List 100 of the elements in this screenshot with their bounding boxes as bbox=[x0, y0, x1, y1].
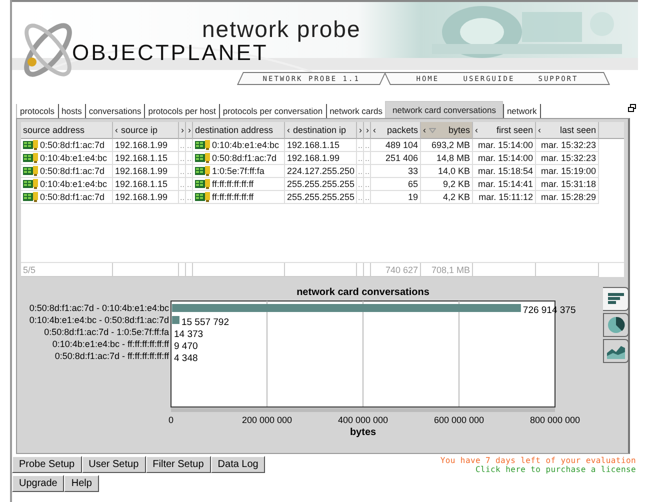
bar bbox=[172, 316, 180, 324]
table-cell: 65 bbox=[371, 178, 421, 191]
sort-icon bbox=[428, 128, 436, 133]
toolbar-button[interactable]: Data Log bbox=[210, 456, 266, 473]
tab[interactable]: protocols bbox=[16, 104, 58, 118]
column-header[interactable]: ‹ destination ip bbox=[285, 122, 357, 139]
network-card-icon bbox=[195, 166, 210, 176]
table-cell: mar. 15:11:12 bbox=[473, 191, 536, 204]
area-chart-icon bbox=[607, 343, 625, 359]
table-cell: .. bbox=[186, 152, 193, 165]
toolbar-button[interactable]: Probe Setup bbox=[12, 456, 82, 473]
table-cell: 0:50:8d:f1:ac:7d bbox=[21, 139, 113, 152]
chart-type-button[interactable] bbox=[603, 287, 629, 311]
table-cell: 255.255.255.255 bbox=[285, 191, 357, 204]
tick-label: 400 000 000 bbox=[338, 415, 388, 425]
table-cell: mar. 15:32:23 bbox=[536, 139, 599, 152]
table-cell: mar. 15:31:18 bbox=[536, 178, 599, 191]
toolbar-button[interactable]: Filter Setup bbox=[146, 456, 211, 473]
value-label: 4 348 bbox=[174, 353, 198, 364]
column-header[interactable]: › bbox=[364, 122, 371, 139]
table-cell: .. bbox=[357, 139, 364, 152]
column-header[interactable]: › bbox=[357, 122, 364, 139]
table-cell: .. bbox=[179, 165, 186, 178]
table-cell: mar. 15:14:00 bbox=[473, 139, 536, 152]
tab[interactable]: hosts bbox=[58, 104, 85, 118]
table-cell: .. bbox=[179, 178, 186, 191]
table-cell: 9,2 KB bbox=[421, 178, 473, 191]
network-card-icon bbox=[195, 192, 210, 202]
tab[interactable]: network bbox=[502, 104, 541, 118]
tab[interactable]: protocols per host bbox=[144, 104, 219, 118]
chart-type-button[interactable] bbox=[603, 313, 629, 337]
purchase-link[interactable]: Click here to purchase a license bbox=[440, 465, 636, 474]
chart-type-button[interactable] bbox=[603, 339, 629, 363]
empty-cell bbox=[536, 263, 599, 277]
table-cell: 192.168.1.99 bbox=[113, 139, 179, 152]
column-header[interactable]: ‹ last seen bbox=[536, 122, 599, 139]
product-name: network probe bbox=[202, 16, 361, 43]
table-cell: mar. 15:14:41 bbox=[473, 178, 536, 191]
table-cell: 192.168.1.15 bbox=[113, 152, 179, 165]
toolbar-button[interactable]: User Setup bbox=[82, 456, 146, 473]
network-card-icon bbox=[23, 166, 38, 176]
pie-chart-icon bbox=[607, 316, 625, 334]
column-header[interactable]: destination address bbox=[193, 122, 285, 139]
column-header[interactable]: ‹ first seen bbox=[473, 122, 536, 139]
tick-label: 0 bbox=[168, 415, 174, 425]
table-cell: 1:0:5e:7f:ff:fa bbox=[193, 165, 285, 178]
table-cell: 192.168.1.99 bbox=[113, 165, 179, 178]
table-cell: 192.168.1.99 bbox=[285, 152, 357, 165]
axis-title: bytes bbox=[350, 427, 376, 438]
table-cell: .. bbox=[179, 139, 186, 152]
table-cell: 0:50:8d:f1:ac:7d bbox=[193, 152, 285, 165]
column-header[interactable]: ‹ source ip bbox=[113, 122, 179, 139]
table-cell: .. bbox=[179, 191, 186, 204]
table-cell: 255.255.255.255 bbox=[285, 178, 357, 191]
total-cell: 708,1 MB bbox=[421, 263, 473, 277]
table-cell: .. bbox=[364, 165, 371, 178]
table-cell: ff:ff:ff:ff:ff:ff bbox=[193, 191, 285, 204]
table-cell: .. bbox=[186, 191, 193, 204]
table-cell: 192.168.1.99 bbox=[113, 191, 179, 204]
table-cell: .. bbox=[186, 139, 193, 152]
column-header[interactable]: ‹ packets bbox=[371, 122, 421, 139]
category-label: 0:10:4b:e1:e4:bc - 0:50:8d:f1:ac:7d bbox=[29, 315, 169, 325]
table-cell: 251 406 bbox=[371, 152, 421, 165]
column-header[interactable]: ‹ bytes bbox=[421, 122, 473, 139]
table-cell: mar. 15:14:00 bbox=[473, 152, 536, 165]
column-header[interactable]: › bbox=[186, 122, 193, 139]
network-card-icon bbox=[23, 153, 38, 163]
tick-label: 200 000 000 bbox=[242, 415, 292, 425]
table-cell: mar. 15:28:29 bbox=[536, 191, 599, 204]
category-label: 0:50:8d:f1:ac:7d - ff:ff:ff:ff:ff:ff bbox=[54, 351, 169, 361]
empty-cell bbox=[113, 263, 179, 277]
table-cell: 0:50:8d:f1:ac:7d bbox=[21, 165, 113, 178]
table-cell: 14,8 MB bbox=[421, 152, 473, 165]
table-cell: mar. 15:32:23 bbox=[536, 152, 599, 165]
table-cell: 224.127.255.250 bbox=[285, 165, 357, 178]
table-cell: .. bbox=[186, 178, 193, 191]
table-cell: .. bbox=[364, 152, 371, 165]
table-cell: 4,2 KB bbox=[421, 191, 473, 204]
value-label: 14 373 bbox=[174, 329, 204, 340]
category-label: 0:10:4b:e1:e4:bc - ff:ff:ff:ff:ff:ff bbox=[52, 339, 169, 349]
toolbar-button[interactable]: Help bbox=[64, 475, 99, 492]
column-header[interactable]: › bbox=[179, 122, 186, 139]
network-card-icon bbox=[195, 153, 210, 163]
network-card-icon bbox=[23, 192, 38, 202]
table-cell: .. bbox=[364, 178, 371, 191]
tab[interactable]: network card conversations bbox=[385, 101, 503, 118]
table-cell: 33 bbox=[371, 165, 421, 178]
table-cell: .. bbox=[357, 178, 364, 191]
toolbar-button[interactable]: Upgrade bbox=[12, 475, 64, 492]
network-card-icon bbox=[195, 179, 210, 189]
column-header[interactable]: source address bbox=[21, 122, 113, 139]
restore-icon[interactable] bbox=[628, 104, 636, 112]
table-cell: .. bbox=[357, 191, 364, 204]
table-cell: 0:10:4b:e1:e4:bc bbox=[21, 178, 113, 191]
category-label: 0:50:8d:f1:ac:7d - 0:10:4b:e1:e4:bc bbox=[29, 303, 169, 313]
table-cell: .. bbox=[364, 139, 371, 152]
category-label: 0:50:8d:f1:ac:7d - 1:0:5e:7f:ff:fa bbox=[44, 327, 169, 337]
tab[interactable]: network cards bbox=[326, 104, 386, 118]
value-label: 9 470 bbox=[174, 341, 198, 352]
table-cell: 0:50:8d:f1:ac:7d bbox=[21, 191, 113, 204]
